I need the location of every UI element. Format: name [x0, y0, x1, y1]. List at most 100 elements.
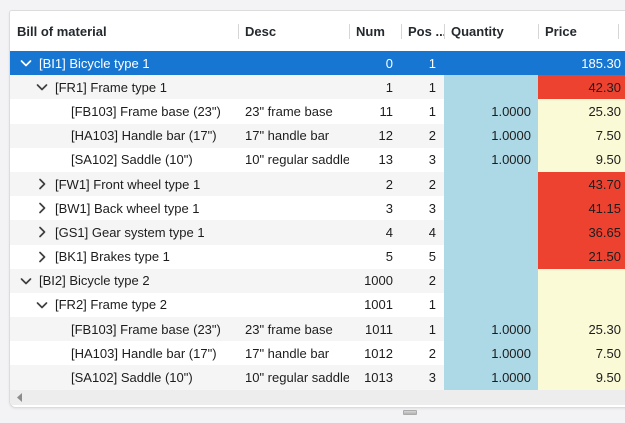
tree-row[interactable]: [GS1] Gear system type 1 4 4 36.65 — [10, 220, 625, 245]
price-cell[interactable]: 43.70 — [538, 171, 625, 197]
chevron-down-icon[interactable] — [18, 273, 34, 289]
price-cell[interactable]: 25.30 — [538, 317, 625, 342]
tree-cell[interactable]: [GS1] Gear system type 1 — [10, 220, 238, 244]
quantity-cell[interactable] — [444, 220, 538, 245]
quantity-cell[interactable]: 1.0000 — [444, 341, 538, 366]
quantity-cell[interactable] — [444, 51, 538, 75]
price-cell[interactable]: 21.50 — [538, 244, 625, 269]
quantity-cell[interactable]: 1.0000 — [444, 123, 538, 148]
desc-cell[interactable] — [238, 196, 349, 220]
tree-row[interactable]: [SA102] Saddle (10") 10" regular saddle 10… — [10, 365, 625, 390]
tree-cell[interactable]: [HA103] Handle bar (17") — [10, 341, 238, 365]
desc-cell[interactable] — [238, 75, 349, 99]
pos-cell[interactable]: 1 — [401, 99, 444, 123]
price-cell[interactable] — [538, 268, 625, 293]
tree-row[interactable]: [HA103] Handle bar (17") 17" handle bar 10… — [10, 341, 625, 366]
desc-cell[interactable]: 17" handle bar — [238, 124, 349, 148]
tree-row[interactable]: [FR2] Frame type 2 1001 1 — [10, 292, 625, 318]
pos-cell[interactable]: 3 — [401, 196, 444, 220]
tree-row[interactable]: [BK1] Brakes type 1 5 5 21.50 — [10, 244, 625, 269]
tree-cell[interactable]: [BK1] Brakes type 1 — [10, 245, 238, 269]
quantity-cell[interactable] — [444, 171, 538, 197]
quantity-cell[interactable] — [444, 268, 538, 293]
price-cell[interactable]: 41.15 — [538, 196, 625, 221]
tree-cell[interactable]: [SA102] Saddle (10") — [10, 365, 238, 389]
chevron-right-icon[interactable] — [34, 224, 50, 240]
chevron-down-icon[interactable] — [34, 79, 50, 95]
price-cell[interactable] — [538, 292, 625, 318]
desc-cell[interactable] — [238, 220, 349, 244]
num-cell[interactable]: 1000 — [349, 269, 401, 293]
chevron-down-icon[interactable] — [18, 55, 34, 71]
num-cell[interactable]: 3 — [349, 196, 401, 220]
quantity-cell[interactable] — [444, 196, 538, 221]
tree-row[interactable]: [BI1] Bicycle type 1 0 1 185.30 — [10, 51, 625, 76]
resize-grip[interactable] — [403, 410, 417, 415]
desc-cell[interactable] — [238, 51, 349, 75]
price-cell[interactable]: 9.50 — [538, 147, 625, 172]
desc-cell[interactable]: 10" regular saddle — [238, 365, 349, 389]
num-cell[interactable]: 1013 — [349, 365, 401, 389]
pos-cell[interactable]: 1 — [401, 51, 444, 75]
tree-row[interactable]: [FB103] Frame base (23") 23" frame base 11… — [10, 99, 625, 124]
tree-cell[interactable]: [HA103] Handle bar (17") — [10, 124, 238, 148]
column-header-desc[interactable]: Desc — [238, 11, 349, 51]
desc-cell[interactable] — [238, 293, 349, 317]
pos-cell[interactable]: 3 — [401, 365, 444, 389]
pos-cell[interactable]: 2 — [401, 124, 444, 148]
pos-cell[interactable]: 2 — [401, 172, 444, 196]
tree-row[interactable]: [HA103] Handle bar (17") 17" handle bar 12… — [10, 123, 625, 148]
pos-cell[interactable]: 4 — [401, 220, 444, 244]
tree-cell[interactable]: [SA102] Saddle (10") — [10, 148, 238, 172]
pos-cell[interactable]: 1 — [401, 293, 444, 317]
tree-cell[interactable]: [FB103] Frame base (23") — [10, 317, 238, 341]
tree-cell[interactable]: [FR2] Frame type 2 — [10, 293, 238, 317]
quantity-cell[interactable]: 1.0000 — [444, 365, 538, 390]
column-header-num[interactable]: Num — [349, 11, 401, 51]
desc-cell[interactable]: 10" regular saddle — [238, 148, 349, 172]
tree-cell[interactable]: [BW1] Back wheel type 1 — [10, 196, 238, 220]
tree-row[interactable]: [BI2] Bicycle type 2 1000 2 — [10, 268, 625, 293]
price-cell[interactable]: 185.30 — [538, 51, 625, 75]
desc-cell[interactable] — [238, 172, 349, 196]
tree-cell[interactable]: [BI2] Bicycle type 2 — [10, 269, 238, 293]
scroll-left-arrow-icon[interactable] — [15, 391, 24, 404]
column-header-price[interactable]: Price — [538, 11, 618, 51]
price-cell[interactable]: 9.50 — [538, 365, 625, 390]
tree-row[interactable]: [BW1] Back wheel type 1 3 3 41.15 — [10, 196, 625, 221]
num-cell[interactable]: 2 — [349, 172, 401, 196]
chevron-right-icon[interactable] — [34, 200, 50, 216]
tree-cell[interactable]: [FB103] Frame base (23") — [10, 99, 238, 123]
price-cell[interactable]: 7.50 — [538, 341, 625, 366]
desc-cell[interactable] — [238, 245, 349, 269]
pos-cell[interactable]: 3 — [401, 148, 444, 172]
pos-cell[interactable]: 2 — [401, 269, 444, 293]
tree-cell[interactable]: [BI1] Bicycle type 1 — [10, 51, 238, 75]
tree-row[interactable]: [FR1] Frame type 1 1 1 42.30 — [10, 75, 625, 100]
chevron-right-icon[interactable] — [34, 176, 50, 192]
desc-cell[interactable]: 23" frame base — [238, 99, 349, 123]
quantity-cell[interactable]: 1.0000 — [444, 99, 538, 124]
column-header-pos[interactable]: Pos ... — [401, 11, 444, 51]
tree-cell[interactable]: [FW1] Front wheel type 1 — [10, 172, 238, 196]
chevron-down-icon[interactable] — [34, 297, 50, 313]
num-cell[interactable]: 1012 — [349, 341, 401, 365]
quantity-cell[interactable]: 1.0000 — [444, 317, 538, 342]
price-cell[interactable]: 25.30 — [538, 99, 625, 124]
num-cell[interactable]: 12 — [349, 124, 401, 148]
tree-cell[interactable]: [FR1] Frame type 1 — [10, 75, 238, 99]
num-cell[interactable]: 1011 — [349, 317, 401, 341]
price-cell[interactable]: 7.50 — [538, 123, 625, 148]
quantity-cell[interactable]: 1.0000 — [444, 147, 538, 172]
num-cell[interactable]: 11 — [349, 99, 401, 123]
tree-row[interactable]: [FW1] Front wheel type 1 2 2 43.70 — [10, 171, 625, 197]
num-cell[interactable]: 5 — [349, 245, 401, 269]
tree-row[interactable]: [FB103] Frame base (23") 23" frame base 10… — [10, 317, 625, 342]
quantity-cell[interactable] — [444, 292, 538, 318]
quantity-cell[interactable] — [444, 75, 538, 100]
tree-row[interactable]: [SA102] Saddle (10") 10" regular saddle 13… — [10, 147, 625, 172]
pos-cell[interactable]: 1 — [401, 75, 444, 99]
desc-cell[interactable]: 23" frame base — [238, 317, 349, 341]
num-cell[interactable]: 1001 — [349, 293, 401, 317]
column-header-bom[interactable]: Bill of material — [10, 11, 238, 51]
